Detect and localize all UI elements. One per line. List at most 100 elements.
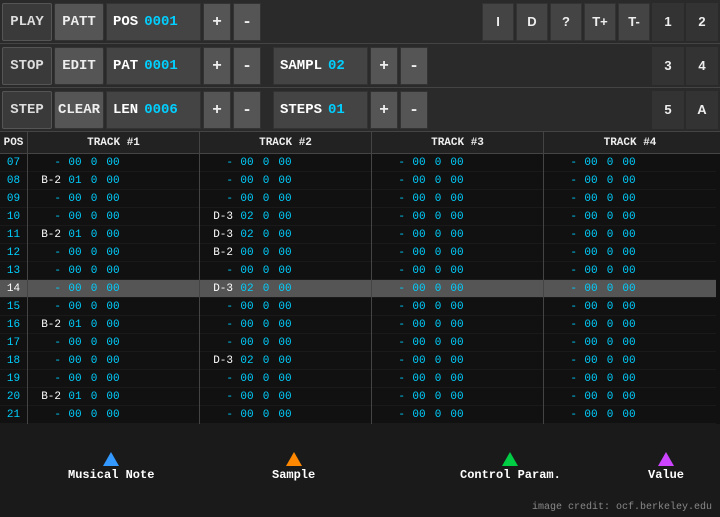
table-row[interactable]: D-302000	[200, 226, 371, 244]
table-row[interactable]: -00000	[372, 370, 543, 388]
pat-plus[interactable]: +	[203, 47, 231, 85]
btn-3[interactable]: 3	[652, 47, 684, 85]
table-row[interactable]: -00000	[372, 352, 543, 370]
table-row[interactable]: -00000	[372, 208, 543, 226]
table-row[interactable]: -00000	[544, 244, 716, 262]
btn-Q[interactable]: ?	[550, 3, 582, 41]
table-row[interactable]: -00000	[544, 190, 716, 208]
table-row[interactable]: -00000	[372, 316, 543, 334]
table-row[interactable]: B-201000	[28, 172, 199, 190]
clear-button[interactable]: CLEAR	[54, 91, 104, 129]
table-row[interactable]: -00000	[372, 298, 543, 316]
table-row[interactable]: -00000	[28, 352, 199, 370]
steps-plus[interactable]: +	[370, 91, 398, 129]
pos-cell[interactable]: 09	[0, 190, 27, 208]
pos-cell[interactable]: 21	[0, 406, 27, 424]
table-row[interactable]: -00000	[544, 280, 716, 298]
table-row[interactable]: -00000	[372, 280, 543, 298]
table-row[interactable]: -00000	[544, 226, 716, 244]
btn-1[interactable]: 1	[652, 3, 684, 41]
table-row[interactable]: -00000	[372, 172, 543, 190]
table-row[interactable]: -00000	[28, 370, 199, 388]
table-row[interactable]: -00000	[544, 262, 716, 280]
btn-I[interactable]: I	[482, 3, 514, 41]
table-row[interactable]: -00000	[544, 406, 716, 424]
table-row[interactable]: -00000	[544, 154, 716, 172]
table-row[interactable]: -00000	[544, 334, 716, 352]
table-row[interactable]: -00000	[200, 190, 371, 208]
pos-plus[interactable]: +	[203, 3, 231, 41]
btn-Tplus[interactable]: T+	[584, 3, 616, 41]
sampl-plus[interactable]: +	[370, 47, 398, 85]
table-row[interactable]: B-201000	[28, 226, 199, 244]
table-row[interactable]: -00000	[28, 298, 199, 316]
table-row[interactable]: -00000	[28, 280, 199, 298]
pos-cell[interactable]: 10	[0, 208, 27, 226]
pos-cell[interactable]: 19	[0, 370, 27, 388]
len-minus[interactable]: -	[233, 91, 261, 129]
table-row[interactable]: D-302000	[200, 280, 371, 298]
table-row[interactable]: -00000	[372, 244, 543, 262]
edit-button[interactable]: EDIT	[54, 47, 104, 85]
pos-cell[interactable]: 15	[0, 298, 27, 316]
table-row[interactable]: D-302000	[200, 208, 371, 226]
btn-4[interactable]: 4	[686, 47, 718, 85]
table-row[interactable]: -00000	[200, 370, 371, 388]
table-row[interactable]: B-201000	[28, 316, 199, 334]
table-row[interactable]: -00000	[200, 172, 371, 190]
stop-button[interactable]: STOP	[2, 47, 52, 85]
sampl-minus[interactable]: -	[400, 47, 428, 85]
table-row[interactable]: -00000	[200, 154, 371, 172]
table-row[interactable]: -00000	[544, 298, 716, 316]
table-row[interactable]: -00000	[372, 154, 543, 172]
table-row[interactable]: -00000	[200, 262, 371, 280]
table-row[interactable]: -00000	[372, 334, 543, 352]
pos-cell[interactable]: 07	[0, 154, 27, 172]
pos-cell[interactable]: 18	[0, 352, 27, 370]
table-row[interactable]: -00000	[372, 226, 543, 244]
pos-cell[interactable]: 20	[0, 388, 27, 406]
table-row[interactable]: -00000	[28, 154, 199, 172]
pos-cell[interactable]: 14	[0, 280, 27, 298]
btn-5[interactable]: 5	[652, 91, 684, 129]
btn-A[interactable]: A	[686, 91, 718, 129]
pos-cell[interactable]: 13	[0, 262, 27, 280]
pos-cell[interactable]: 17	[0, 334, 27, 352]
step-button[interactable]: STEP	[2, 91, 52, 129]
table-row[interactable]: -00000	[28, 406, 199, 424]
table-row[interactable]: B-200000	[200, 244, 371, 262]
btn-D[interactable]: D	[516, 3, 548, 41]
table-row[interactable]: -00000	[372, 406, 543, 424]
table-row[interactable]: -00000	[372, 190, 543, 208]
table-row[interactable]: -00000	[28, 190, 199, 208]
steps-minus[interactable]: -	[400, 91, 428, 129]
table-row[interactable]: -00000	[28, 334, 199, 352]
table-row[interactable]: -00000	[28, 262, 199, 280]
table-row[interactable]: B-201000	[28, 388, 199, 406]
btn-Tminus[interactable]: T-	[618, 3, 650, 41]
table-row[interactable]: -00000	[544, 388, 716, 406]
table-row[interactable]: -00000	[544, 370, 716, 388]
table-row[interactable]: -00000	[544, 172, 716, 190]
table-row[interactable]: -00000	[200, 334, 371, 352]
table-row[interactable]: -00000	[372, 262, 543, 280]
table-row[interactable]: D-302000	[200, 352, 371, 370]
btn-2[interactable]: 2	[686, 3, 718, 41]
pat-minus[interactable]: -	[233, 47, 261, 85]
table-row[interactable]: -00000	[544, 208, 716, 226]
table-row[interactable]: -00000	[200, 316, 371, 334]
table-row[interactable]: -00000	[200, 406, 371, 424]
pos-cell[interactable]: 08	[0, 172, 27, 190]
table-row[interactable]: -00000	[200, 388, 371, 406]
patt-button[interactable]: PATT	[54, 3, 104, 41]
len-plus[interactable]: +	[203, 91, 231, 129]
table-row[interactable]: -00000	[200, 298, 371, 316]
pos-minus[interactable]: -	[233, 3, 261, 41]
table-row[interactable]: -00000	[544, 316, 716, 334]
pos-cell[interactable]: 12	[0, 244, 27, 262]
table-row[interactable]: -00000	[544, 352, 716, 370]
table-row[interactable]: -00000	[372, 388, 543, 406]
table-row[interactable]: -00000	[28, 244, 199, 262]
pos-cell[interactable]: 16	[0, 316, 27, 334]
pos-cell[interactable]: 11	[0, 226, 27, 244]
